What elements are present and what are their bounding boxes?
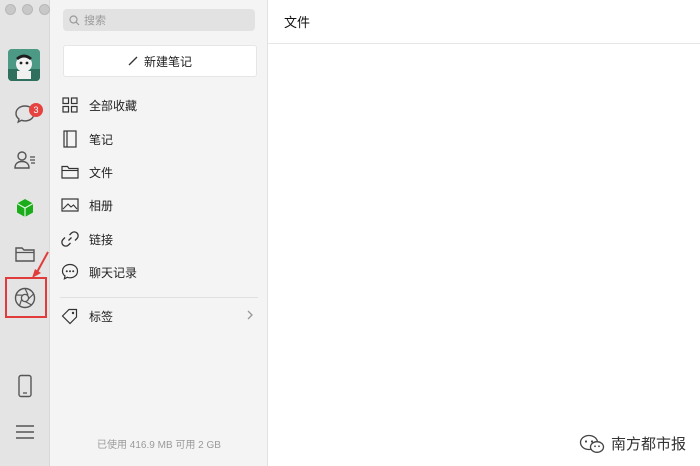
menu-item-label: 文件 [89, 165, 114, 180]
zoom-window-button[interactable] [39, 4, 50, 15]
hamburger-menu-icon [16, 425, 34, 439]
more-menu[interactable] [0, 414, 50, 450]
notebook-icon [60, 129, 80, 149]
pencil-icon [128, 56, 138, 66]
search-icon [69, 14, 80, 25]
green-cube-icon [16, 199, 34, 217]
window-controls [5, 4, 50, 15]
watermark-text: 南方都市报 [610, 436, 686, 453]
icon-rail: 3 [0, 0, 50, 466]
minimize-window-button[interactable] [22, 4, 33, 15]
menu-item-label: 标签 [89, 309, 114, 324]
menu-item-label: 聊天记录 [89, 265, 138, 280]
menu-item-all-favorites[interactable]: 全部收藏 [60, 90, 258, 120]
link-icon [60, 229, 80, 249]
avatar[interactable] [8, 49, 40, 81]
chevron-right-icon [247, 310, 253, 320]
annotation-arrow-icon [32, 251, 49, 278]
phone-icon [18, 374, 32, 398]
contacts-icon [14, 151, 35, 169]
watermark: 南方都市报 [579, 433, 686, 454]
contacts-tab[interactable] [0, 142, 50, 178]
chat-history-icon [60, 262, 80, 282]
search-input[interactable]: 搜索 [63, 9, 255, 31]
search-placeholder: 搜索 [84, 15, 106, 27]
grid-icon [60, 95, 80, 115]
main-header: 文件 [268, 0, 700, 44]
favorites-panel: 搜索 新建笔记 全部收藏 笔记 文件 相册 链接 聊天记录 标签 已使用 416… [50, 0, 268, 466]
annotation-highlight-box [5, 277, 47, 318]
tag-icon [60, 306, 80, 326]
page-title: 文件 [284, 15, 311, 30]
menu-item-label: 笔记 [89, 132, 114, 147]
folder-icon [60, 162, 80, 182]
main-content: 文件 南方都市报 [268, 0, 700, 466]
menu-item-album[interactable]: 相册 [60, 190, 258, 220]
menu-item-notes[interactable]: 笔记 [60, 124, 258, 154]
unread-badge: 3 [29, 103, 43, 117]
menu-item-label: 链接 [89, 232, 114, 247]
menu-item-tags[interactable]: 标签 [60, 301, 258, 331]
chat-tab[interactable] [0, 96, 50, 132]
menu-item-label: 相册 [89, 198, 114, 213]
storage-usage-text: 已使用 416.9 MB 可用 2 GB [97, 440, 221, 451]
menu-item-chat-history[interactable]: 聊天记录 [60, 257, 258, 287]
mini-programs-tab[interactable] [0, 190, 50, 226]
menu-item-label: 全部收藏 [89, 98, 138, 113]
menu-item-files[interactable]: 文件 [60, 157, 258, 187]
avatar-image [8, 49, 40, 81]
image-icon [60, 195, 80, 215]
close-window-button[interactable] [5, 4, 16, 15]
new-note-label: 新建笔记 [143, 54, 192, 69]
menu-item-links[interactable]: 链接 [60, 224, 258, 254]
wechat-logo-icon [579, 434, 605, 453]
new-note-button[interactable]: 新建笔记 [63, 45, 257, 77]
divider [60, 297, 258, 298]
phone-tab[interactable] [0, 368, 50, 404]
